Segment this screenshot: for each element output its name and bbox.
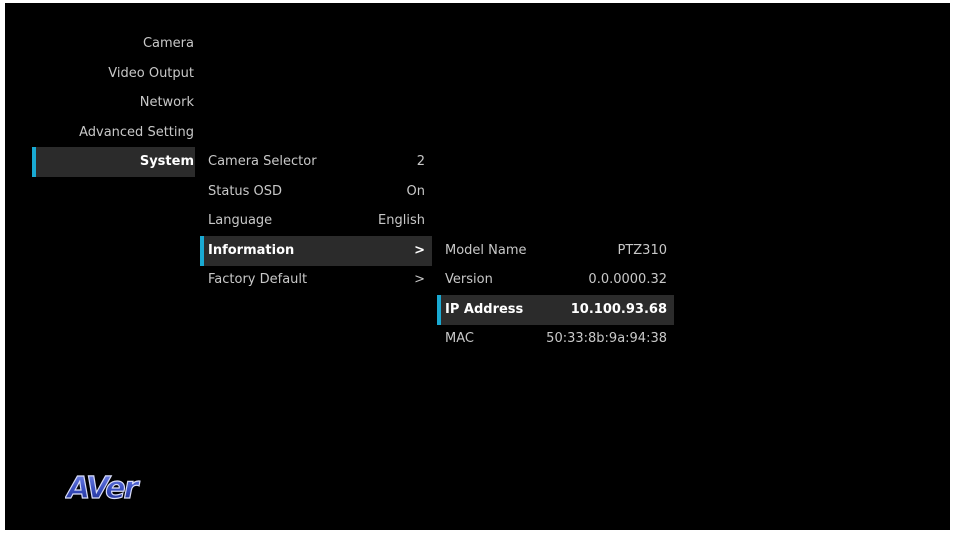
system-menu-item-camera-selector[interactable]: Camera Selector 2 bbox=[200, 147, 432, 177]
system-menu-item-label: Status OSD bbox=[208, 184, 283, 199]
main-menu-item-system[interactable]: System bbox=[32, 147, 195, 177]
main-menu-item-label: Video Output bbox=[108, 66, 194, 81]
info-row-value: 10.100.93.68 bbox=[570, 302, 667, 317]
main-menu-item-label: Advanced Setting bbox=[79, 125, 194, 140]
info-row-label: MAC bbox=[445, 331, 474, 346]
main-menu-item-label: Network bbox=[139, 95, 194, 110]
system-menu-item-status-osd[interactable]: Status OSD On bbox=[200, 177, 432, 207]
system-menu-item-language[interactable]: Language English bbox=[200, 206, 432, 236]
system-menu-item-label: Camera Selector bbox=[208, 154, 317, 169]
main-menu-item-advanced-setting[interactable]: Advanced Setting bbox=[32, 118, 195, 148]
chevron-right-icon: > bbox=[414, 243, 425, 258]
info-row-label: IP Address bbox=[445, 302, 524, 317]
system-menu-item-value: On bbox=[406, 184, 425, 199]
info-row-version[interactable]: Version 0.0.0000.32 bbox=[437, 265, 674, 295]
info-row-value: 0.0.0000.32 bbox=[588, 272, 667, 287]
main-menu-item-label: Camera bbox=[142, 36, 194, 51]
system-menu-item-value: 2 bbox=[416, 154, 425, 169]
info-row-value: PTZ310 bbox=[617, 243, 668, 258]
info-row-mac[interactable]: MAC 50:33:8b:9a:94:38 bbox=[437, 324, 674, 354]
main-menu-item-video-output[interactable]: Video Output bbox=[32, 59, 195, 89]
chevron-right-icon: > bbox=[414, 272, 425, 287]
osd-screen: Camera Video Output Network Advanced Set… bbox=[5, 3, 950, 530]
logo-text: AVer bbox=[65, 471, 141, 506]
system-menu-item-label: Language bbox=[208, 213, 273, 228]
system-menu-item-factory-default[interactable]: Factory Default > bbox=[200, 265, 432, 295]
info-row-ip-address[interactable]: IP Address 10.100.93.68 bbox=[437, 295, 674, 325]
main-menu-item-network[interactable]: Network bbox=[32, 88, 195, 118]
info-row-label: Version bbox=[445, 272, 493, 287]
aver-logo: AVer bbox=[65, 470, 143, 506]
info-row-label: Model Name bbox=[445, 243, 527, 258]
system-menu-item-label: Information bbox=[208, 243, 295, 258]
system-menu-item-information[interactable]: Information > bbox=[200, 236, 432, 266]
info-row-value: 50:33:8b:9a:94:38 bbox=[546, 331, 667, 346]
system-menu-item-label: Factory Default bbox=[208, 272, 308, 287]
system-menu-item-value: English bbox=[378, 213, 425, 228]
main-menu-item-camera[interactable]: Camera bbox=[32, 29, 195, 59]
info-row-model-name[interactable]: Model Name PTZ310 bbox=[437, 236, 674, 266]
main-menu-item-label: System bbox=[139, 154, 194, 169]
